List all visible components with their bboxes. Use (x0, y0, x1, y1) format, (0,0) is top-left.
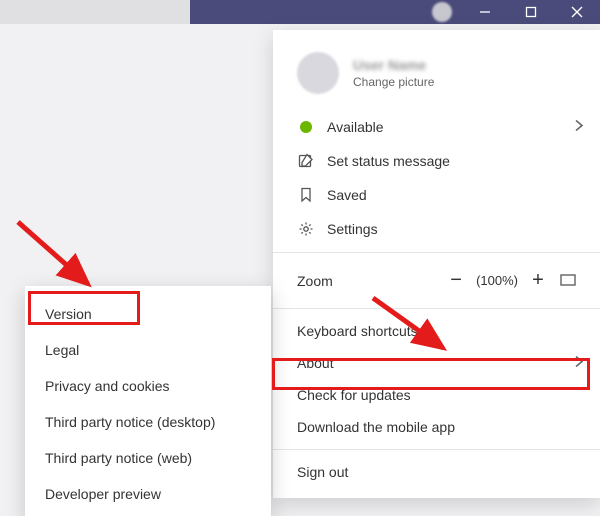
maximize-button[interactable] (508, 0, 554, 24)
chevron-right-icon (574, 119, 584, 136)
bookmark-icon (297, 186, 315, 204)
profile-menu: User Name Change picture Available Set s… (273, 30, 600, 498)
zoom-out-button[interactable]: − (442, 269, 470, 292)
submenu-privacy[interactable]: Privacy and cookies (25, 368, 271, 404)
set-status-label: Set status message (327, 153, 450, 169)
status-label: Available (327, 119, 384, 135)
set-status-message[interactable]: Set status message (273, 144, 600, 178)
zoom-in-button[interactable]: + (524, 269, 552, 292)
divider (273, 252, 600, 253)
about-label: About (297, 355, 334, 371)
sign-out-label: Sign out (297, 464, 348, 480)
about[interactable]: About (273, 347, 600, 379)
change-picture-link[interactable]: Change picture (353, 75, 434, 89)
zoom-percent: (100%) (470, 273, 524, 288)
check-updates-label: Check for updates (297, 387, 411, 403)
close-button[interactable] (554, 0, 600, 24)
submenu-version[interactable]: Version (25, 296, 271, 332)
settings-label: Settings (327, 221, 378, 237)
status-available[interactable]: Available (273, 110, 600, 144)
submenu-dev-preview[interactable]: Developer preview (25, 476, 271, 512)
about-submenu: Version Legal Privacy and cookies Third … (25, 286, 271, 516)
check-for-updates[interactable]: Check for updates (273, 379, 600, 411)
saved-label: Saved (327, 187, 367, 203)
avatar-icon (297, 52, 339, 94)
titlebar-left-pane (0, 0, 190, 24)
submenu-tpn-web[interactable]: Third party notice (web) (25, 440, 271, 476)
available-status-icon (297, 118, 315, 136)
fullscreen-icon[interactable] (560, 273, 576, 289)
avatar-small[interactable] (432, 2, 452, 22)
download-app-label: Download the mobile app (297, 419, 455, 435)
zoom-row: Zoom − (100%) + (273, 259, 600, 302)
chevron-right-icon (574, 355, 584, 372)
minimize-button[interactable] (462, 0, 508, 24)
sign-out[interactable]: Sign out (273, 456, 600, 488)
download-mobile-app[interactable]: Download the mobile app (273, 411, 600, 443)
submenu-legal[interactable]: Legal (25, 332, 271, 368)
gear-icon (297, 220, 315, 238)
saved[interactable]: Saved (273, 178, 600, 212)
divider (273, 308, 600, 309)
profile-section[interactable]: User Name Change picture (273, 42, 600, 110)
profile-name: User Name (353, 57, 434, 73)
keyboard-shortcuts-label: Keyboard shortcuts (297, 323, 418, 339)
keyboard-shortcuts[interactable]: Keyboard shortcuts (273, 315, 600, 347)
zoom-label: Zoom (297, 273, 442, 289)
settings[interactable]: Settings (273, 212, 600, 246)
submenu-tpn-desktop[interactable]: Third party notice (desktop) (25, 404, 271, 440)
titlebar (0, 0, 600, 24)
divider (273, 449, 600, 450)
edit-icon (297, 152, 315, 170)
